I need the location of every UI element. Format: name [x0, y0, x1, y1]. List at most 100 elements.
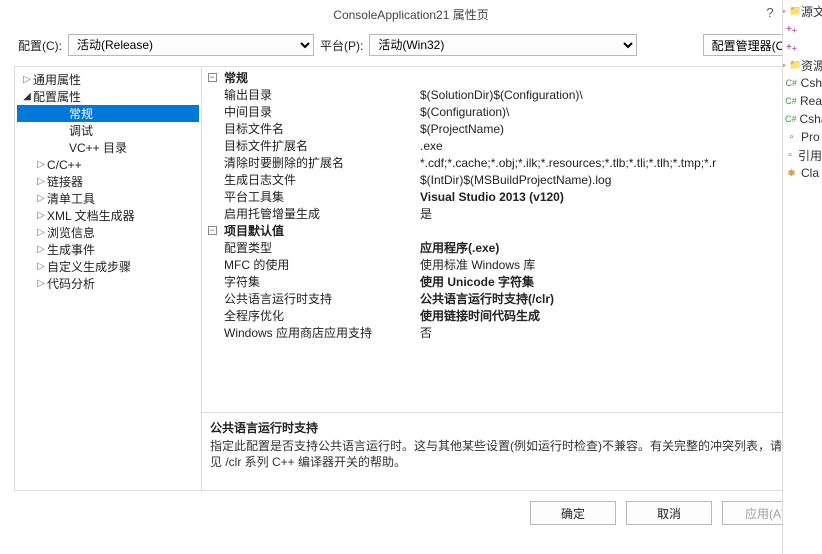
solution-explorer-sliver: ▸ 📁源文+₊+₊▸ 📁资源C#CshC#ReaC#Csharp▫Pro▫引用✱…	[782, 0, 822, 554]
solution-item[interactable]: ▸ 📁资源	[783, 56, 822, 74]
tree-item[interactable]: ▷清单工具	[17, 190, 199, 207]
tree-item[interactable]: ▷通用属性	[17, 71, 199, 88]
property-value[interactable]: 是	[420, 205, 807, 222]
property-row[interactable]: 输出目录$(SolutionDir)$(Configuration)\	[202, 86, 807, 103]
property-name: 输出目录	[202, 86, 420, 103]
tree-item[interactable]: ▷浏览信息	[17, 224, 199, 241]
property-name: 目标文件名	[202, 120, 420, 137]
solution-item[interactable]: ▸ 📁源文	[783, 2, 822, 20]
ref-icon: ▫	[785, 149, 795, 162]
solution-item-label: Csh	[801, 76, 822, 90]
config-select[interactable]: 活动(Release)	[68, 34, 314, 56]
tree-item[interactable]: ▷自定义生成步骤	[17, 258, 199, 275]
property-section-header[interactable]: −常规	[202, 69, 807, 86]
cs-icon: C#	[785, 77, 798, 90]
property-row[interactable]: 公共语言运行时支持公共语言运行时支持(/clr)	[202, 290, 807, 307]
tree-item[interactable]: VC++ 目录	[17, 139, 199, 156]
property-value[interactable]: *.cdf;*.cache;*.obj;*.ilk;*.resources;*.…	[420, 156, 807, 170]
triangle-right-icon[interactable]: ▷	[35, 261, 47, 272]
property-row[interactable]: 字符集使用 Unicode 字符集	[202, 273, 807, 290]
property-row[interactable]: 启用托管增量生成是	[202, 205, 807, 222]
tree-item-label: 配置属性	[33, 88, 81, 105]
collapse-icon[interactable]: −	[202, 73, 222, 82]
tree-item[interactable]: ▷链接器	[17, 173, 199, 190]
triangle-right-icon[interactable]: ▷	[21, 74, 33, 85]
solution-item[interactable]: ✱Cla	[783, 164, 822, 182]
property-value[interactable]: Visual Studio 2013 (v120)	[420, 190, 807, 204]
property-value[interactable]: 应用程序(.exe)	[420, 239, 807, 256]
property-value[interactable]: 使用标准 Windows 库	[420, 256, 807, 273]
ok-button[interactable]: 确定	[530, 501, 616, 525]
solution-item[interactable]: C#Csharp	[783, 110, 822, 128]
property-value[interactable]: $(Configuration)\	[420, 105, 807, 119]
property-section-header[interactable]: −项目默认值	[202, 222, 807, 239]
description-panel: 公共语言运行时支持 指定此配置是否支持公共语言运行时。这与其他某些设置(例如运行…	[202, 412, 807, 490]
property-row[interactable]: 目标文件名$(ProjectName)	[202, 120, 807, 137]
tree-item-label: VC++ 目录	[69, 139, 127, 156]
property-row[interactable]: 生成日志文件$(IntDir)$(MSBuildProjectName).log	[202, 171, 807, 188]
solution-item[interactable]: C#Csh	[783, 74, 822, 92]
solution-item[interactable]: ▫引用	[783, 146, 822, 164]
triangle-right-icon[interactable]: ▷	[35, 278, 47, 289]
triangle-right-icon[interactable]: ▷	[35, 244, 47, 255]
triangle-right-icon[interactable]: ▷	[35, 210, 47, 221]
collapse-icon[interactable]: −	[202, 226, 222, 235]
cancel-button[interactable]: 取消	[626, 501, 712, 525]
category-tree[interactable]: ▷通用属性◢配置属性常规调试VC++ 目录▷C/C++▷链接器▷清单工具▷XML…	[15, 67, 202, 490]
help-button[interactable]: ?	[756, 0, 784, 24]
property-value[interactable]: $(SolutionDir)$(Configuration)\	[420, 88, 807, 102]
config-label: 配置(C):	[18, 37, 62, 54]
description-title: 公共语言运行时支持	[210, 419, 799, 436]
tree-item[interactable]: ◢配置属性	[17, 88, 199, 105]
property-name: 全程序优化	[202, 307, 420, 324]
property-name: 目标文件扩展名	[202, 137, 420, 154]
solution-item-label: Csharp	[800, 112, 822, 126]
platform-select[interactable]: 活动(Win32)	[369, 34, 637, 56]
tree-item[interactable]: ▷代码分析	[17, 275, 199, 292]
tree-item[interactable]: 常规	[17, 105, 199, 122]
triangle-right-icon[interactable]: ▷	[35, 159, 47, 170]
solution-item-label: Rea	[800, 94, 822, 108]
solution-item-label: 源文	[801, 3, 822, 20]
property-value[interactable]: .exe	[420, 139, 807, 153]
tree-item-label: 自定义生成步骤	[47, 258, 131, 275]
property-name: 公共语言运行时支持	[202, 290, 420, 307]
property-name: 字符集	[202, 273, 420, 290]
plus-icon: +₊	[785, 23, 798, 36]
platform-label: 平台(P):	[320, 37, 363, 54]
property-name: Windows 应用商店应用支持	[202, 324, 420, 341]
solution-item-label: Cla	[801, 166, 819, 180]
tree-item[interactable]: ▷生成事件	[17, 241, 199, 258]
property-row[interactable]: 中间目录$(Configuration)\	[202, 103, 807, 120]
tree-item[interactable]: ▷C/C++	[17, 156, 199, 173]
property-value[interactable]: 公共语言运行时支持(/clr)	[420, 290, 807, 307]
property-row[interactable]: 目标文件扩展名.exe	[202, 137, 807, 154]
property-value[interactable]: 使用链接时间代码生成	[420, 307, 807, 324]
property-grid[interactable]: −常规输出目录$(SolutionDir)$(Configuration)\中间…	[202, 67, 807, 412]
property-value[interactable]: $(IntDir)$(MSBuildProjectName).log	[420, 173, 807, 187]
property-row[interactable]: 平台工具集Visual Studio 2013 (v120)	[202, 188, 807, 205]
property-row[interactable]: Windows 应用商店应用支持否	[202, 324, 807, 341]
triangle-right-icon[interactable]: ▷	[35, 176, 47, 187]
tree-item-label: 调试	[69, 122, 93, 139]
property-row[interactable]: 全程序优化使用链接时间代码生成	[202, 307, 807, 324]
solution-item[interactable]: +₊	[783, 38, 822, 56]
tree-item[interactable]: ▷XML 文档生成器	[17, 207, 199, 224]
property-name: 清除时要删除的扩展名	[202, 154, 420, 171]
folder-icon: ▸ 📁	[785, 59, 798, 72]
property-row[interactable]: 清除时要删除的扩展名*.cdf;*.cache;*.obj;*.ilk;*.re…	[202, 154, 807, 171]
triangle-down-icon[interactable]: ◢	[21, 91, 33, 102]
property-value[interactable]: $(ProjectName)	[420, 122, 807, 136]
property-row[interactable]: 配置类型应用程序(.exe)	[202, 239, 807, 256]
tree-item[interactable]: 调试	[17, 122, 199, 139]
property-value[interactable]: 使用 Unicode 字符集	[420, 273, 807, 290]
property-row[interactable]: MFC 的使用使用标准 Windows 库	[202, 256, 807, 273]
property-value[interactable]: 否	[420, 324, 807, 341]
triangle-right-icon[interactable]: ▷	[35, 193, 47, 204]
triangle-right-icon[interactable]: ▷	[35, 227, 47, 238]
plus-icon: +₊	[785, 41, 798, 54]
solution-item[interactable]: +₊	[783, 20, 822, 38]
tree-item-label: 代码分析	[47, 275, 95, 292]
solution-item[interactable]: ▫Pro	[783, 128, 822, 146]
solution-item[interactable]: C#Rea	[783, 92, 822, 110]
